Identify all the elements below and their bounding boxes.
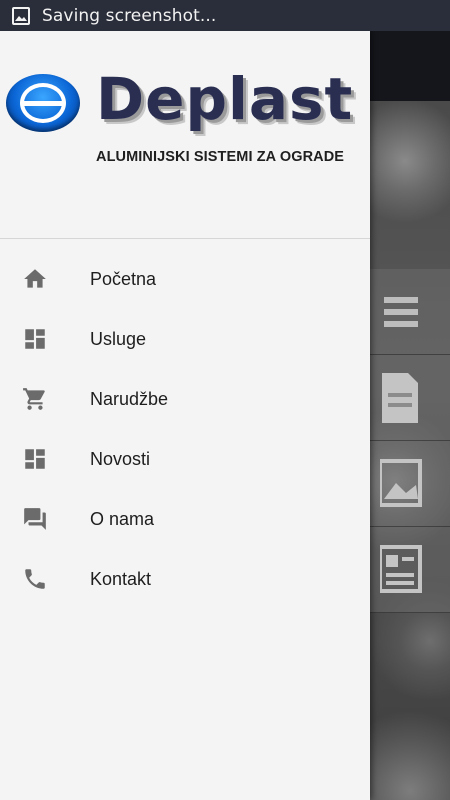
deplast-logo[interactable]: Deplast ALUMINIJSKI SISTEMI ZA OGRADE: [6, 65, 366, 171]
menu-item-label: Početna: [90, 268, 157, 289]
status-text: Saving screenshot...: [42, 5, 217, 26]
dashboard-icon: [22, 446, 48, 472]
newspaper-icon: [380, 545, 422, 593]
background-document-tile: [370, 355, 450, 441]
image-icon: [380, 459, 422, 507]
document-icon: [382, 373, 418, 423]
menu-icon: [384, 297, 418, 327]
background-news-tile: [370, 527, 450, 613]
screenshot-icon: [12, 6, 30, 25]
menu-item-label: Narudžbe: [90, 388, 169, 409]
cart-icon: [22, 386, 48, 412]
drawer-menu: Početna Usluge Narudžbe Novosti O nama K…: [0, 239, 370, 609]
menu-item-narudzbe[interactable]: Narudžbe: [0, 369, 370, 429]
home-icon: [22, 266, 48, 292]
navigation-drawer: Deplast ALUMINIJSKI SISTEMI ZA OGRADE Po…: [0, 31, 370, 800]
background-image-tile: [370, 441, 450, 527]
menu-item-label: O nama: [90, 508, 155, 529]
phone-icon: [22, 566, 48, 592]
menu-item-pocetna[interactable]: Početna: [0, 249, 370, 309]
background-menu-tile: [370, 269, 450, 355]
menu-item-usluge[interactable]: Usluge: [0, 309, 370, 369]
menu-item-label: Usluge: [90, 328, 147, 349]
logo-emblem-icon: [6, 74, 80, 132]
menu-item-label: Novosti: [90, 448, 151, 469]
dashboard-icon: [22, 326, 48, 352]
logo-tagline: ALUMINIJSKI SISTEMI ZA OGRADE: [96, 149, 345, 165]
chat-icon: [22, 506, 48, 532]
drawer-header: Deplast ALUMINIJSKI SISTEMI ZA OGRADE: [0, 31, 370, 239]
menu-item-o-nama[interactable]: O nama: [0, 489, 370, 549]
menu-item-novosti[interactable]: Novosti: [0, 429, 370, 489]
status-bar: Saving screenshot...: [0, 0, 450, 31]
menu-item-label: Kontakt: [90, 568, 152, 589]
logo-brand-text: Deplast: [96, 65, 354, 133]
menu-item-kontakt[interactable]: Kontakt: [0, 549, 370, 609]
